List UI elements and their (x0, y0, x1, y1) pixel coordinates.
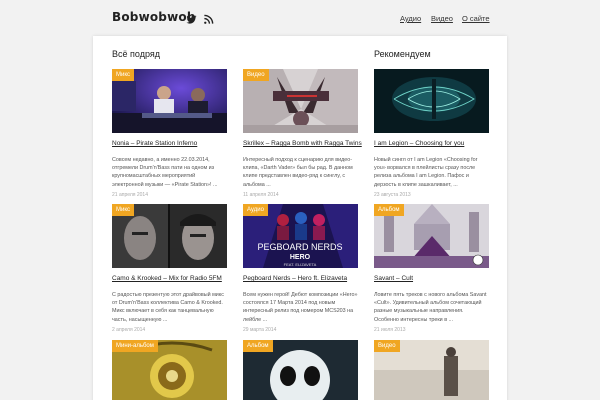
post-thumbnail[interactable]: Микс (112, 204, 227, 268)
social-links (186, 12, 214, 24)
site-header: Bobwobwob Аудио Видео О сайте (0, 0, 600, 36)
post-excerpt: Интересный подход к сценарию для видео-к… (243, 157, 353, 188)
category-badge: Мини-альбом (112, 340, 158, 352)
post-title[interactable]: Camo & Krooked – Mix for Radio 5FM (112, 275, 227, 282)
post-date: 11 апреля 2014 (243, 191, 279, 198)
post-excerpt: С радостью презентую этот драйвовый микс… (112, 292, 224, 323)
nav-video[interactable]: Видео (431, 14, 453, 23)
post-thumbnail[interactable] (374, 69, 489, 133)
post-title[interactable]: I am Legion – Choosing for you (374, 140, 489, 147)
post-date: 21 апреля 2014 (112, 191, 148, 198)
post-date: 23 августа 2013 (374, 191, 411, 198)
post-thumbnail[interactable]: PEGBOARD NERDS HERO FEAT. ELIZAVETA Ауди… (243, 204, 358, 268)
post-excerpt: Новый сингл от I am Legion «Choosing for… (374, 157, 478, 188)
list-item: Видео (374, 340, 489, 400)
section-title-recommended: Рекомендуем (374, 49, 431, 59)
post-thumbnail[interactable]: Альбом (243, 340, 358, 400)
post-thumbnail[interactable]: Видео (374, 340, 489, 400)
post-title[interactable]: Savant – Cult (374, 275, 489, 282)
post-thumbnail[interactable]: Видео (243, 69, 358, 133)
post-thumbnail[interactable]: Мини-альбом (112, 340, 227, 400)
thumb-text-artist: PEGBOARD NERDS (257, 242, 342, 252)
post-excerpt: Всем нужен герой! Дебют композиции «Hero… (243, 292, 358, 323)
list-item: Видео Skrillex – Ragga Bomb with Ragga T… (243, 69, 362, 198)
site-logo[interactable]: Bobwobwob (112, 10, 196, 24)
category-badge: Видео (374, 340, 400, 352)
list-item: Микс Camo & Krooked – Mix for Radio 5FM … (112, 204, 227, 333)
post-title[interactable]: Pegboard Nerds – Hero ft. Elizaveta (243, 275, 358, 282)
section-title-all: Всё подряд (112, 49, 160, 59)
post-thumbnail[interactable]: Альбом (374, 204, 489, 268)
twitter-icon[interactable] (186, 12, 197, 24)
thumb-text-track: HERO (290, 254, 311, 261)
nav-about[interactable]: О сайте (462, 14, 490, 23)
post-title[interactable]: Nonia – Pirate Station Inferno (112, 140, 227, 147)
category-badge: Аудио (243, 204, 268, 216)
category-badge: Альбом (243, 340, 273, 352)
post-title[interactable]: Skrillex – Ragga Bomb with Ragga Twins (243, 140, 362, 147)
thumb-text-feat: FEAT. ELIZAVETA (284, 262, 317, 267)
list-item: Альбом Savant – Cult Ловите пять треков … (374, 204, 489, 333)
list-item: Микс Nonia – Pirate Station Inferno Совс… (112, 69, 227, 198)
category-badge: Видео (243, 69, 269, 81)
post-date: 29 марта 2014 (243, 326, 277, 333)
list-item: Мини-альбом (112, 340, 227, 400)
list-item: Альбом (243, 340, 358, 400)
category-badge: Микс (112, 69, 135, 81)
post-thumbnail[interactable]: Микс (112, 69, 227, 133)
post-date: 21 июля 2013 (374, 326, 406, 333)
post-excerpt: Совсем недавно, а именно 22.03.2014, отг… (112, 157, 218, 188)
rss-icon[interactable] (203, 12, 214, 24)
post-date: 2 апреля 2014 (112, 326, 146, 333)
category-badge: Альбом (374, 204, 404, 216)
post-excerpt: Ловите пять треков с нового альбома Sava… (374, 292, 487, 323)
list-item: I am Legion – Choosing for you Новый син… (374, 69, 489, 198)
nav-audio[interactable]: Аудио (400, 14, 421, 23)
list-item: PEGBOARD NERDS HERO FEAT. ELIZAVETA Ауди… (243, 204, 358, 333)
category-badge: Микс (112, 204, 135, 216)
